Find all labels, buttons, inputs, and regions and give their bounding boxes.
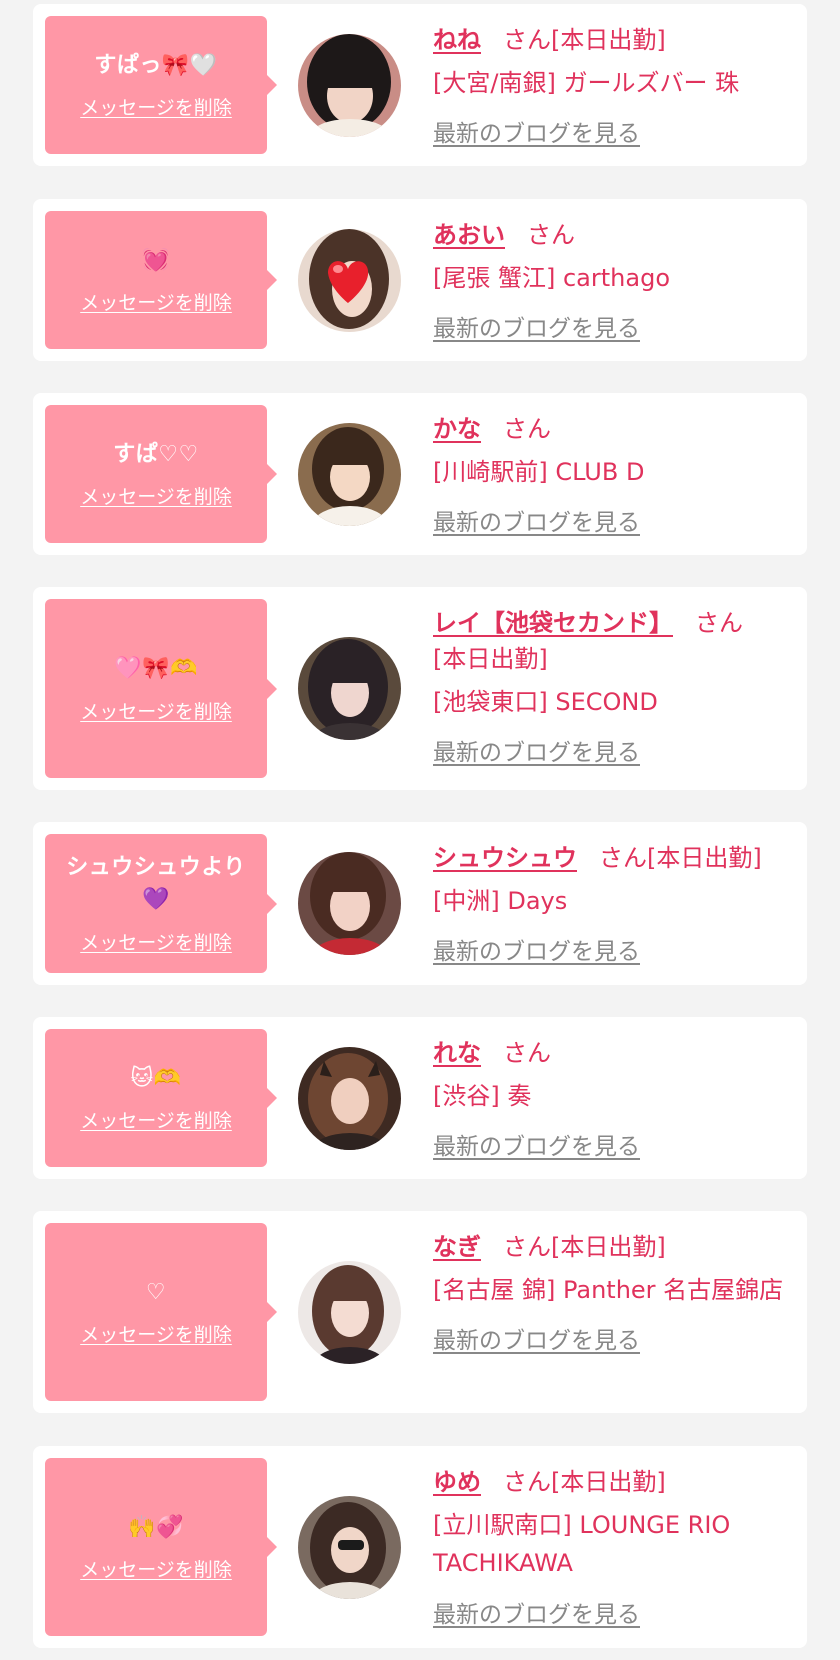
shop-name: [池袋東口] SECOND (433, 688, 658, 716)
latest-blog-link[interactable]: 最新のブログを見る (433, 733, 640, 767)
latest-blog-link[interactable]: 最新のブログを見る (433, 309, 640, 343)
message-card: すぱっ🎀🤍 メッセージを削除 ねね さん[本日出勤] [大宮/南銀] ガールズバー… (33, 4, 807, 166)
latest-blog-link[interactable]: 最新のブログを見る (433, 1595, 640, 1629)
cast-name-link[interactable]: ゆめ (433, 1468, 481, 1496)
shop-name: [立川駅南口] LOUNGE RIO TACHIKAWA (433, 1511, 731, 1578)
delete-message-link[interactable]: メッセージを削除 (80, 1320, 232, 1347)
latest-blog-link[interactable]: 最新のブログを見る (433, 1321, 640, 1355)
message-text: 🩷🎀🫶 (114, 656, 198, 682)
status-tag: [本日出勤] (433, 645, 548, 673)
san-label: さん (503, 1233, 551, 1261)
avatar[interactable] (298, 852, 401, 955)
message-text: ♡ (145, 1279, 167, 1305)
message-bubble: 🙌💞 メッセージを削除 (45, 1458, 277, 1636)
message-text: シュウシュウより 💜 (66, 855, 246, 912)
shop-name: [中洲] Days (433, 887, 568, 915)
delete-message-link[interactable]: メッセージを削除 (80, 482, 232, 509)
latest-blog-link[interactable]: 最新のブログを見る (433, 114, 640, 148)
san-label: さん (503, 26, 551, 54)
cast-name-link[interactable]: なぎ (433, 1233, 481, 1261)
shop-name: [名古屋 錦] Panther 名古屋錦店 (433, 1276, 784, 1304)
message-text: すぱっ🎀🤍 (94, 52, 218, 78)
latest-blog-link[interactable]: 最新のブログを見る (433, 932, 640, 966)
status-tag: [本日出勤] (551, 1233, 666, 1261)
info: ゆめ さん[本日出勤] [立川駅南口] LOUNGE RIO TACHIKAWA … (433, 1464, 795, 1629)
delete-message-link[interactable]: メッセージを削除 (80, 288, 232, 315)
info: れな さん [渋谷] 奏 最新のブログを見る (433, 1035, 795, 1161)
message-bubble: 💓 メッセージを削除 (45, 211, 277, 349)
cast-name-link[interactable]: かな (433, 415, 481, 443)
avatar[interactable] (298, 229, 401, 332)
cast-name-link[interactable]: れな (433, 1039, 481, 1067)
avatar[interactable] (298, 1261, 401, 1364)
shop-name: [川崎駅前] CLUB D (433, 458, 645, 486)
cast-name-link[interactable]: ねね (433, 26, 481, 54)
san-label: さん (527, 221, 575, 249)
status-tag: [本日出勤] (551, 1468, 666, 1496)
avatar[interactable] (298, 1496, 401, 1599)
message-text: 🐱🫶 (130, 1065, 182, 1091)
message-bubble: シュウシュウより 💜 メッセージを削除 (45, 834, 277, 973)
info: かな さん [川崎駅前] CLUB D 最新のブログを見る (433, 411, 795, 537)
message-bubble: すぱっ🎀🤍 メッセージを削除 (45, 16, 277, 154)
message-card: 🩷🎀🫶 メッセージを削除 レイ【池袋セカンド】 さん [本日出勤] [池袋東口] S… (33, 587, 807, 790)
info: ねね さん[本日出勤] [大宮/南銀] ガールズバー 珠 最新のブログを見る (433, 22, 795, 148)
shop-name: [大宮/南銀] ガールズバー 珠 (433, 69, 740, 97)
message-card: 💓 メッセージを削除 あおい さん [尾張 蟹江] carthago 最新のブログ… (33, 199, 807, 361)
message-card: シュウシュウより 💜 メッセージを削除 シュウシュウ さん[本日出勤] [中洲] … (33, 822, 807, 985)
message-text: 🙌💞 (128, 1514, 184, 1540)
delete-message-link[interactable]: メッセージを削除 (80, 928, 232, 955)
message-bubble: 🐱🫶 メッセージを削除 (45, 1029, 277, 1167)
san-label: さん (503, 1468, 551, 1496)
message-card: 🐱🫶 メッセージを削除 れな さん [渋谷] 奏 最新のブログを見る (33, 1017, 807, 1179)
latest-blog-link[interactable]: 最新のブログを見る (433, 503, 640, 537)
info: あおい さん [尾張 蟹江] carthago 最新のブログを見る (433, 217, 795, 343)
message-card: すぱ♡♡ メッセージを削除 かな さん [川崎駅前] CLUB D 最新のブログを… (33, 393, 807, 555)
delete-message-link[interactable]: メッセージを削除 (80, 93, 232, 120)
info: レイ【池袋セカンド】 さん [本日出勤] [池袋東口] SECOND 最新のブログを… (433, 605, 795, 767)
message-bubble: すぱ♡♡ メッセージを削除 (45, 405, 277, 543)
delete-message-link[interactable]: メッセージを削除 (80, 1106, 232, 1133)
cast-name-link[interactable]: シュウシュウ (433, 844, 577, 872)
shop-name: [尾張 蟹江] carthago (433, 264, 670, 292)
avatar[interactable] (298, 1047, 401, 1150)
status-tag: [本日出勤] (647, 844, 762, 872)
message-text: すぱ♡♡ (113, 441, 199, 467)
status-tag: [本日出勤] (551, 26, 666, 54)
message-card: ♡ メッセージを削除 なぎ さん[本日出勤] [名古屋 錦] Panther 名古… (33, 1211, 807, 1413)
avatar[interactable] (298, 34, 401, 137)
cast-name-link[interactable]: レイ【池袋セカンド】 (433, 609, 673, 637)
info: シュウシュウ さん[本日出勤] [中洲] Days 最新のブログを見る (433, 840, 795, 966)
san-label: さん (503, 415, 551, 443)
san-label: さん (599, 844, 647, 872)
message-text: 💓 (142, 247, 170, 273)
cast-name-link[interactable]: あおい (433, 221, 505, 249)
shop-name: [渋谷] 奏 (433, 1082, 532, 1110)
message-bubble: 🩷🎀🫶 メッセージを削除 (45, 599, 277, 778)
avatar[interactable] (298, 423, 401, 526)
san-label: さん (503, 1039, 551, 1067)
avatar[interactable] (298, 637, 401, 740)
delete-message-link[interactable]: メッセージを削除 (80, 1555, 232, 1582)
delete-message-link[interactable]: メッセージを削除 (80, 697, 232, 724)
latest-blog-link[interactable]: 最新のブログを見る (433, 1127, 640, 1161)
info: なぎ さん[本日出勤] [名古屋 錦] Panther 名古屋錦店 最新のブログを… (433, 1229, 795, 1355)
message-bubble: ♡ メッセージを削除 (45, 1223, 277, 1401)
san-label: さん (695, 609, 743, 637)
message-card: 🙌💞 メッセージを削除 ゆめ さん[本日出勤] [立川駅南口] LOUNGE RI… (33, 1446, 807, 1648)
